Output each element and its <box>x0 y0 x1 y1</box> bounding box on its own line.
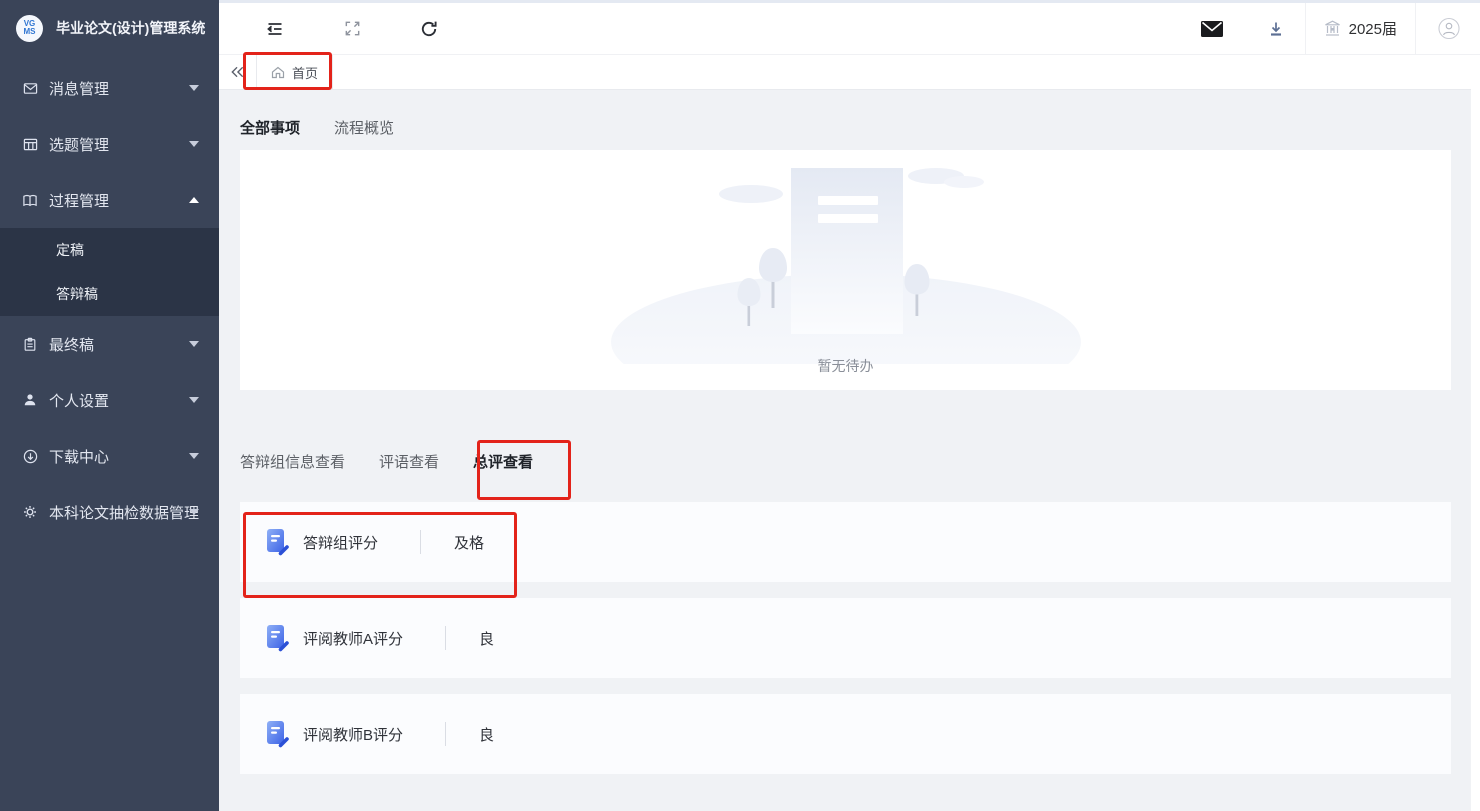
header-divider <box>1305 3 1306 55</box>
score-value: 良 <box>479 724 494 745</box>
sidebar-item-personal-settings[interactable]: 个人设置 <box>0 372 219 428</box>
app-logo: VG MS 毕业论文(设计)管理系统 <box>0 0 219 56</box>
sidebar-item-label: 选题管理 <box>49 134 109 155</box>
todo-tabs: 全部事项 流程概览 <box>240 118 1451 140</box>
header-right: 2025届 <box>1201 3 1460 54</box>
clipboard-icon <box>22 336 38 352</box>
graduation-year-selector[interactable]: 2025届 <box>1324 18 1397 39</box>
mail-icon[interactable] <box>1201 18 1223 40</box>
empty-state-illustration <box>606 152 1086 364</box>
sidebar-submenu-process: 定稿 答辩稿 <box>0 228 219 316</box>
sidebar-item-download-center[interactable]: 下载中心 <box>0 428 219 484</box>
logo-line2: MS <box>24 28 36 36</box>
todo-empty-panel: 暂无待办 <box>240 150 1451 390</box>
sidebar-item-sampling-data[interactable]: 本科论文抽检数据管理 <box>0 484 219 540</box>
sidebar: VG MS 毕业论文(设计)管理系统 消息管理 <box>0 0 219 811</box>
sidebar-item-messages[interactable]: 消息管理 <box>0 60 219 116</box>
header-divider <box>1415 3 1416 55</box>
score-value: 及格 <box>454 532 484 553</box>
score-value: 良 <box>479 628 494 649</box>
score-row-reviewer-a[interactable]: 评阅教师A评分 良 <box>240 598 1451 678</box>
sidebar-menu: 消息管理 选题管理 过程管理 <box>0 60 219 540</box>
tab-home[interactable]: 首页 <box>256 55 333 89</box>
chevron-down-icon <box>189 141 199 147</box>
score-label: 评阅教师A评分 <box>303 628 403 649</box>
tab-comments-view[interactable]: 评语查看 <box>379 452 439 474</box>
header-left-icons <box>264 18 440 40</box>
tab-defense-group-info[interactable]: 答辩组信息查看 <box>240 452 345 474</box>
submenu-item-label: 答辩稿 <box>56 284 98 304</box>
chevron-down-icon <box>189 397 199 403</box>
menu-fold-icon[interactable] <box>264 18 286 40</box>
empty-state-text: 暂无待办 <box>240 356 1451 376</box>
header-bar: 2025届 <box>219 3 1480 55</box>
sidebar-item-process[interactable]: 过程管理 <box>0 172 219 228</box>
divider <box>420 530 421 554</box>
main-area: 2025届 <box>219 0 1480 811</box>
score-label: 答辩组评分 <box>303 532 378 553</box>
gear-icon <box>22 504 38 520</box>
download-icon[interactable] <box>1265 18 1287 40</box>
mail-outline-icon <box>22 80 38 96</box>
chevron-down-icon <box>189 85 199 91</box>
chevron-up-icon <box>189 197 199 203</box>
scrollbar-track[interactable] <box>1471 55 1480 811</box>
tab-all-items[interactable]: 全部事项 <box>240 118 300 140</box>
school-icon <box>1324 20 1341 37</box>
sidebar-item-label: 本科论文抽检数据管理 <box>49 502 199 523</box>
sidebar-item-label: 过程管理 <box>49 190 109 211</box>
review-tabs: 答辩组信息查看 评语查看 总评查看 <box>240 452 1451 474</box>
sidebar-item-topics[interactable]: 选题管理 <box>0 116 219 172</box>
document-edit-icon <box>266 528 290 556</box>
score-label: 评阅教师B评分 <box>303 724 403 745</box>
tab-process-overview[interactable]: 流程概览 <box>334 118 394 140</box>
sidebar-item-label: 个人设置 <box>49 390 109 411</box>
sidebar-item-label: 最终稿 <box>49 334 94 355</box>
sidebar-item-final-version[interactable]: 最终稿 <box>0 316 219 372</box>
user-icon <box>22 392 38 408</box>
chevron-down-icon <box>189 509 199 515</box>
content-area: 全部事项 流程概览 <box>219 90 1480 810</box>
submenu-item-label: 定稿 <box>56 240 84 260</box>
score-row-reviewer-b[interactable]: 评阅教师B评分 良 <box>240 694 1451 774</box>
document-edit-icon <box>266 624 290 652</box>
home-icon <box>271 66 285 79</box>
sidebar-item-label: 下载中心 <box>49 446 109 467</box>
sidebar-item-defense-draft[interactable]: 答辩稿 <box>0 272 219 316</box>
tab-home-label: 首页 <box>292 63 318 82</box>
avatar-icon[interactable] <box>1438 18 1460 40</box>
fullscreen-icon[interactable] <box>341 18 363 40</box>
divider <box>445 626 446 650</box>
chevron-down-icon <box>189 453 199 459</box>
logo-badge: VG MS <box>16 15 43 42</box>
document-edit-icon <box>266 720 290 748</box>
app-root: VG MS 毕业论文(设计)管理系统 消息管理 <box>0 0 1480 811</box>
book-icon <box>22 192 38 208</box>
divider <box>445 722 446 746</box>
app-title: 毕业论文(设计)管理系统 <box>56 18 205 38</box>
grid-icon <box>22 136 38 152</box>
score-row-defense-group[interactable]: 答辩组评分 及格 <box>240 502 1451 582</box>
refresh-icon[interactable] <box>418 18 440 40</box>
chevron-down-icon <box>189 341 199 347</box>
sidebar-item-final-draft[interactable]: 定稿 <box>0 228 219 272</box>
tab-overall-score[interactable]: 总评查看 <box>473 452 533 474</box>
tags-bar: 首页 <box>219 55 1480 90</box>
double-chevron-left-icon[interactable] <box>219 55 256 89</box>
download-circle-icon <box>22 448 38 464</box>
sidebar-item-label: 消息管理 <box>49 78 109 99</box>
graduation-year-label: 2025届 <box>1349 18 1397 39</box>
